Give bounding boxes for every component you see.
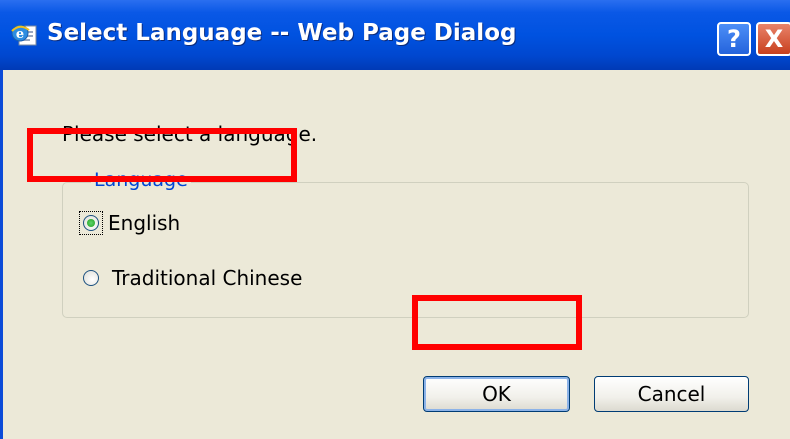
language-group: Language English Traditional Chinese: [62, 169, 749, 318]
radio-label-english[interactable]: English: [108, 211, 180, 235]
close-icon: X: [764, 25, 784, 53]
radio-button-english[interactable]: [83, 215, 99, 231]
help-icon: ?: [727, 25, 741, 53]
svg-text:e: e: [16, 27, 24, 42]
highlight-box-ok: [412, 295, 582, 350]
cancel-button[interactable]: Cancel: [594, 376, 749, 412]
ie-page-icon: e: [10, 22, 40, 48]
radio-button-traditional-chinese[interactable]: [83, 270, 99, 286]
window-title: Select Language -- Web Page Dialog: [47, 20, 517, 46]
dialog-window: e Select Language -- Web Page Dialog ? X…: [0, 0, 790, 439]
radio-option-traditional-chinese[interactable]: Traditional Chinese: [83, 263, 302, 293]
title-bar[interactable]: e Select Language -- Web Page Dialog ? X: [0, 0, 790, 70]
radio-option-english[interactable]: English: [79, 208, 180, 238]
radio-label-traditional-chinese[interactable]: Traditional Chinese: [112, 266, 302, 290]
ok-button[interactable]: OK: [423, 376, 570, 412]
focus-rect: [79, 211, 103, 235]
close-button[interactable]: X: [756, 22, 790, 56]
highlight-box-english: [27, 128, 297, 182]
help-button[interactable]: ?: [717, 22, 751, 56]
radio-selected-dot: [87, 219, 95, 227]
dialog-body: Please select a language. Language Engli…: [3, 70, 790, 439]
